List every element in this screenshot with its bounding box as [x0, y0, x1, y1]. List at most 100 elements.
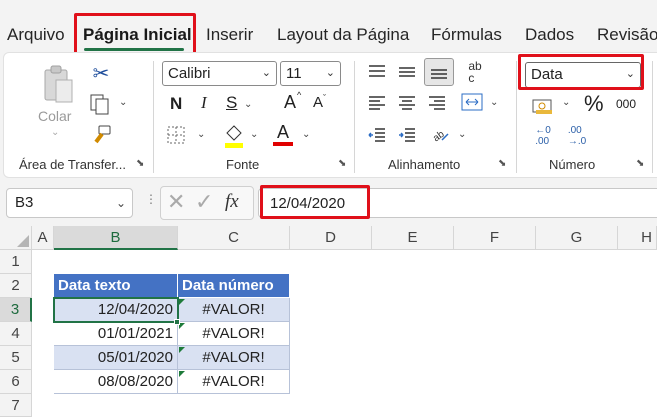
decrease-indent-icon[interactable] [366, 125, 388, 145]
row-header-3[interactable]: 3 [0, 298, 32, 322]
error-indicator-icon[interactable] [179, 299, 185, 305]
chevron-down-icon[interactable]: ⌄ [51, 127, 59, 138]
row-header-7[interactable]: 7 [0, 394, 32, 417]
tab-inserir[interactable]: Inserir [206, 25, 253, 45]
tab-revisao[interactable]: Revisão [597, 25, 657, 45]
dialog-launcher-icon[interactable]: ⬊ [136, 159, 146, 169]
chevron-down-icon[interactable]: ⌄ [458, 129, 466, 140]
borders-icon[interactable] [166, 125, 186, 145]
chevron-down-icon: ⌄ [261, 67, 271, 79]
column-header-h[interactable]: H [618, 226, 657, 250]
column-header-f[interactable]: F [454, 226, 536, 250]
row-header-6[interactable]: 6 [0, 370, 32, 394]
table-cell[interactable]: #VALOR! [178, 370, 290, 394]
align-top-icon[interactable] [366, 62, 388, 82]
group-label-clipboard: Área de Transfer... [19, 157, 126, 172]
currency-icon[interactable] [531, 95, 555, 117]
thousands-separator-button[interactable]: 000 [616, 97, 636, 111]
fill-handle[interactable] [174, 319, 180, 325]
highlight-box-tab [74, 13, 196, 55]
font-name-select[interactable]: Calibri ⌄ [162, 61, 277, 86]
italic-button[interactable]: I [201, 93, 207, 113]
table-cell[interactable]: #VALOR! [178, 322, 290, 346]
font-size-select[interactable]: 11 ⌄ [280, 61, 341, 86]
merge-center-icon[interactable] [460, 91, 484, 113]
paste-icon[interactable] [38, 63, 78, 105]
group-separator [652, 61, 653, 173]
chevron-down-icon[interactable]: ⌄ [490, 97, 498, 108]
row-header-4[interactable]: 4 [0, 322, 32, 346]
table-cell[interactable]: 05/01/2020 [54, 346, 178, 370]
shrink-font-button[interactable]: A [313, 94, 323, 111]
column-header-b[interactable]: B [54, 226, 178, 250]
error-indicator-icon[interactable] [179, 371, 185, 377]
font-color-swatch [273, 142, 293, 146]
tab-arquivo[interactable]: Arquivo [7, 25, 65, 45]
active-cell-selection [53, 297, 179, 323]
grow-font-button[interactable]: A [284, 92, 296, 113]
row-header-1[interactable]: 1 [0, 250, 32, 274]
group-separator [153, 61, 154, 173]
increase-decimal-icon[interactable]: ←0 .00 [531, 123, 555, 149]
tab-layout-da-pagina[interactable]: Layout da Página [277, 25, 409, 45]
highlight-box-formula [260, 185, 370, 219]
error-indicator-icon[interactable] [179, 347, 185, 353]
dialog-launcher-icon[interactable]: ⬊ [338, 159, 348, 169]
orientation-icon[interactable]: ab [429, 123, 451, 145]
chevron-down-icon[interactable]: ⌄ [302, 129, 310, 140]
chevron-down-icon[interactable]: ⌄ [244, 99, 252, 110]
table-cell[interactable]: 01/01/2021 [54, 322, 178, 346]
font-color-icon[interactable]: A [272, 119, 294, 149]
increase-indent-icon[interactable] [396, 125, 418, 145]
column-header-c[interactable]: C [178, 226, 290, 250]
decrease-decimal-icon[interactable]: .00 →.0 [564, 123, 590, 149]
column-header-g[interactable]: G [536, 226, 618, 250]
table-cell[interactable]: #VALOR! [178, 346, 290, 370]
cut-icon[interactable]: ✂ [90, 61, 112, 85]
tab-formulas[interactable]: Fórmulas [431, 25, 502, 45]
group-label-number: Número [549, 157, 596, 172]
worksheet-grid[interactable]: A B C D E F G H 1 2 3 4 5 6 7 Data texto… [0, 226, 657, 417]
chevron-down-icon[interactable]: ⌄ [197, 129, 205, 140]
column-header-d[interactable]: D [290, 226, 372, 250]
align-bottom-icon[interactable] [424, 58, 454, 86]
enter-icon[interactable]: ✓ [195, 189, 213, 215]
row-header-2[interactable]: 2 [0, 274, 32, 298]
align-middle-icon[interactable] [396, 62, 418, 82]
chevron-down-icon: ⌄ [325, 67, 335, 79]
dialog-launcher-icon[interactable]: ⬊ [498, 159, 508, 169]
cancel-icon[interactable]: ✕ [167, 189, 185, 215]
table-header-data-texto[interactable]: Data texto [54, 274, 178, 298]
table-cell[interactable]: 08/08/2020 [54, 370, 178, 394]
table-cell[interactable]: #VALOR! [178, 298, 290, 322]
table-header-data-numero[interactable]: Data número [178, 274, 290, 298]
insert-function-icon[interactable]: fx [225, 191, 239, 213]
caret-down-icon: ˇ [323, 93, 326, 103]
column-header-a[interactable]: A [32, 226, 54, 250]
align-right-icon[interactable] [426, 93, 448, 113]
copy-icon[interactable] [88, 93, 112, 117]
underline-button[interactable]: S [226, 93, 237, 113]
chevron-down-icon[interactable]: ⌄ [562, 97, 570, 108]
font-color-letter: A [276, 122, 289, 142]
tab-dados[interactable]: Dados [525, 25, 574, 45]
drag-handle-icon[interactable]: ⋮ [145, 192, 158, 206]
format-painter-icon[interactable] [89, 123, 113, 147]
name-box[interactable]: B3 ⌄ [6, 188, 133, 218]
wrap-text-icon[interactable]: ab c [460, 57, 490, 87]
highlight-box-number-format [518, 54, 644, 90]
chevron-down-icon[interactable]: ⌄ [250, 129, 258, 140]
percent-style-button[interactable]: % [584, 91, 604, 117]
row-header-5[interactable]: 5 [0, 346, 32, 370]
align-center-icon[interactable] [396, 93, 418, 113]
column-header-e[interactable]: E [372, 226, 454, 250]
select-all-corner[interactable] [0, 226, 32, 250]
chevron-down-icon[interactable]: ⌄ [119, 97, 127, 108]
caret-up-icon: ^ [297, 90, 302, 100]
dialog-launcher-icon[interactable]: ⬊ [636, 159, 646, 169]
align-left-icon[interactable] [366, 93, 388, 113]
bold-button[interactable]: N [170, 94, 182, 114]
fill-color-icon[interactable] [223, 121, 245, 149]
group-separator [516, 61, 517, 173]
ribbon-tabs: Arquivo Página Inicial Inserir Layout da… [0, 0, 657, 55]
